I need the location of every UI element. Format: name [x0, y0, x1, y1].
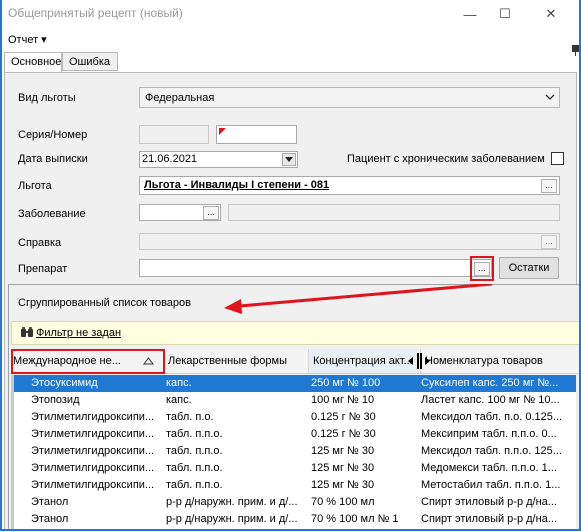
cell-inn: Этилметилгидроксипи... — [31, 479, 155, 491]
date-value: 21.06.2021 — [142, 153, 198, 165]
date-label: Дата выписки — [18, 153, 88, 165]
tab-main[interactable]: Основное — [4, 52, 62, 73]
benefit-value: Льгота - Инвалиды I степени - 081 — [144, 179, 330, 191]
pin-icon — [570, 44, 581, 56]
chronic-checkbox[interactable] — [551, 152, 564, 165]
cell-nomenclature: Суксилеп капс. 250 мг №... — [421, 377, 559, 389]
cell-nomenclature: Ластет капс. 100 мг № 10... — [421, 394, 560, 406]
cell-inn: Этосуксимид — [31, 377, 98, 389]
disease-code-field[interactable]: ... — [139, 204, 221, 221]
filter-bar[interactable]: Фильтр не задан — [11, 321, 580, 345]
cell-nomenclature: Мексидол табл. п.п.о. 125... — [421, 445, 562, 457]
cell-concentration: 125 мг № 30 — [311, 445, 375, 457]
sorted-column-highlight — [11, 349, 165, 374]
cell-concentration: 250 мг № 100 — [311, 377, 381, 389]
window-title: Общепринятый рецепт (новый) — [8, 6, 183, 20]
drug-field[interactable] — [139, 259, 492, 277]
cell-concentration: 100 мг № 10 — [311, 394, 375, 406]
cell-concentration: 0.125 г № 30 — [311, 411, 376, 423]
certificate-field: ... — [139, 233, 560, 250]
disease-lookup-button[interactable]: ... — [203, 206, 219, 220]
certificate-label: Справка — [18, 237, 62, 249]
grouped-products-popup: Сгруппированный список товаров Фильтр не… — [8, 284, 581, 532]
cell-inn: Этопозид — [31, 394, 80, 406]
chronic-label: Пациент с хроническим заболеванием — [347, 153, 545, 165]
benefit-field[interactable]: Льгота - Инвалиды I степени - 081 ... — [139, 176, 560, 195]
benefit-type-value: Федеральная — [145, 92, 215, 104]
cell-nomenclature: Медомекси табл. п.п.о. 1... — [421, 462, 557, 474]
drug-lookup-highlight: ... — [470, 256, 494, 281]
maximize-button[interactable]: ☐ — [490, 2, 520, 26]
benefit-type-label: Вид льготы — [18, 92, 76, 104]
table-row[interactable]: Этосуксимид капс. 250 мг № 100 Суксилеп кап… — [11, 375, 576, 392]
cell-nomenclature: Спирт этиловый р-р д/на... — [421, 513, 557, 525]
cell-inn: Этилметилгидроксипи... — [31, 411, 155, 423]
drug-lookup-button[interactable]: ... — [474, 262, 490, 276]
column-header-forms[interactable]: Лекарственные формы — [164, 349, 309, 373]
binoculars-icon — [20, 326, 34, 342]
cell-form: табл. п.о. — [166, 411, 214, 423]
column-resize-cursor-icon — [408, 353, 430, 369]
cell-nomenclature: Мексиприм табл. п.п.о. 0... — [421, 428, 557, 440]
cell-form: табл. п.п.о. — [166, 479, 223, 491]
series-field[interactable] — [139, 125, 209, 144]
certificate-lookup-button: ... — [541, 235, 557, 249]
chevron-down-icon — [545, 91, 555, 106]
benefit-type-select[interactable]: Федеральная — [139, 87, 560, 108]
cell-inn: Этилметилгидроксипи... — [31, 428, 155, 440]
required-marker-icon — [219, 128, 226, 135]
cell-form: табл. п.п.о. — [166, 462, 223, 474]
benefit-lookup-button[interactable]: ... — [541, 179, 557, 193]
table-row[interactable]: Этилметилгидроксипи... табл. п.о. 0.125 г … — [11, 409, 576, 426]
filter-link[interactable]: Фильтр не задан — [36, 327, 121, 339]
column-header-concentration[interactable]: Концентрация акт... — [309, 349, 421, 373]
table-row[interactable]: Этилметилгидроксипи... табл. п.п.о. 125 мг… — [11, 443, 576, 460]
table-row[interactable]: Этанол р-р д/наружн. прим. и д/... 70 % 10… — [11, 494, 576, 511]
menu-bar: Отчет ▾ — [0, 29, 581, 49]
cell-form: капс. — [166, 394, 192, 406]
grid-body: Этосуксимид капс. 250 мг № 100 Суксилеп кап… — [11, 375, 576, 532]
cell-inn: Этилметилгидроксипи... — [31, 462, 155, 474]
cell-form: капс. — [166, 377, 192, 389]
table-row[interactable]: Этанол р-р д/наружн. прим. и д/... 70 % 10… — [11, 511, 576, 528]
cell-inn: Этанол — [31, 513, 69, 525]
title-bar: Общепринятый рецепт (новый) — ☐ ✕ — [0, 0, 581, 28]
number-field[interactable] — [216, 125, 297, 144]
menu-report[interactable]: Отчет ▾ — [8, 33, 47, 46]
cell-concentration: 125 мг № 30 — [311, 479, 375, 491]
table-row[interactable]: Этилметилгидроксипи... табл. п.п.о. 0.125 … — [11, 426, 576, 443]
table-row[interactable]: Этилметилгидроксипи... табл. п.п.о. 125 мг… — [11, 460, 576, 477]
benefit-label: Льгота — [18, 180, 52, 192]
cell-form: табл. п.п.о. — [166, 445, 223, 457]
cell-concentration: 70 % 100 мл — [311, 496, 375, 508]
cell-concentration: 70 % 100 мл № 1 — [311, 513, 399, 525]
date-field[interactable]: 21.06.2021 — [139, 151, 298, 168]
cell-form: р-р д/наружн. прим. и д/... — [166, 513, 298, 525]
table-row[interactable]: Этилметилгидроксипи... табл. п.п.о. 125 мг… — [11, 477, 576, 494]
series-label: Серия/Номер — [18, 129, 88, 141]
drug-label: Препарат — [18, 263, 68, 275]
cell-concentration: 0.125 г № 30 — [311, 428, 376, 440]
table-row[interactable]: Этопозид капс. 100 мг № 10 Ластет капс. 100… — [11, 392, 576, 409]
disease-label: Заболевание — [18, 208, 86, 220]
cell-inn: Этилметилгидроксипи... — [31, 445, 155, 457]
column-header-nomenclature[interactable]: Номенклатура товаров — [421, 349, 580, 373]
minimize-button[interactable]: — — [455, 2, 485, 26]
disease-name-field — [228, 204, 560, 221]
close-button[interactable]: ✕ — [536, 2, 566, 26]
cell-inn: Этанол — [31, 496, 69, 508]
tab-error[interactable]: Ошибка — [62, 52, 118, 71]
cell-nomenclature: Метостабил табл. п.п.о. 1... — [421, 479, 561, 491]
cell-concentration: 125 мг № 30 — [311, 462, 375, 474]
cell-form: р-р д/наружн. прим. и д/... — [166, 496, 298, 508]
grid-left-border — [11, 375, 14, 532]
cell-nomenclature: Мексидол табл. п.о. 0.125... — [421, 411, 563, 423]
cell-form: табл. п.п.о. — [166, 428, 223, 440]
remains-button[interactable]: Остатки — [499, 257, 559, 279]
popup-title: Сгруппированный список товаров — [18, 297, 191, 309]
cell-nomenclature: Спирт этиловый р-р д/на... — [421, 496, 557, 508]
calendar-dropdown-icon[interactable] — [282, 153, 296, 166]
